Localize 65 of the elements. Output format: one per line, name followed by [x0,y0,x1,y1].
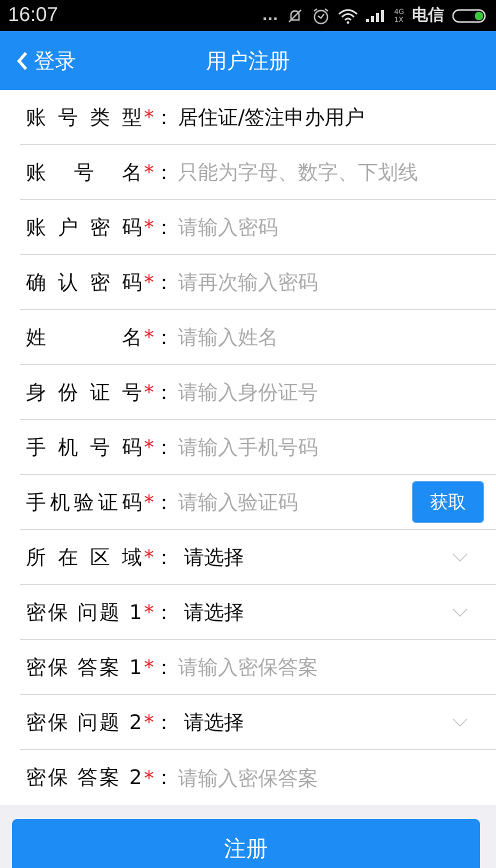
chevron-down-icon [452,608,468,616]
field-label: 密保 答案 2 [25,764,142,791]
field-colon: ： [154,268,175,296]
required-mark: * [144,380,154,404]
field-label: 手机验证码 [25,488,142,516]
chevron-left-icon [16,50,28,70]
muted-bell-icon [286,8,304,24]
field-colon: ： [154,324,175,350]
field-colon: ： [154,654,175,680]
required-mark: * [144,655,154,679]
required-mark: * [144,710,154,734]
chevron-down-icon [452,552,468,562]
more-notifications: ... [262,8,278,24]
field-label: 密保 问题 1 [25,598,142,626]
field-label: 身 份 证 号 [25,378,142,406]
field-colon: ： [154,764,175,791]
field-colon: ： [154,434,175,460]
page-title: 用户注册 [206,48,290,74]
select-field[interactable]: 请选择 [178,708,452,736]
field-label: 密保 答案 1 [25,654,142,680]
input-field[interactable]: 请输入手机号码 [178,435,468,459]
required-mark: * [144,435,154,459]
field-label: 账 号 类 型 [25,104,142,130]
input-field[interactable]: 请输入验证码 [178,490,412,514]
required-mark: * [144,160,154,184]
required-mark: * [144,105,154,129]
alarm-clock-icon [312,6,330,24]
field-value: 居住证/签注申办用户 [178,104,365,130]
required-mark: * [144,270,154,294]
field-label: 确 认 密 码 [25,268,142,296]
required-mark: * [144,325,154,349]
status-time: 16:07 [8,4,58,27]
input-field[interactable]: 请输入姓名 [178,325,468,349]
field-colon: ： [154,708,175,736]
field-label: 所 在 区 域 [25,544,142,570]
required-mark: * [144,545,154,569]
field-colon: ： [154,158,175,186]
input-field[interactable]: 请输入身份证号 [178,380,468,404]
carrier-name: 电信 [412,5,444,26]
field-label: 姓 名 [25,324,142,350]
field-colon: ： [154,214,175,240]
field-colon: ： [154,544,175,570]
input-field[interactable]: 请输入密码 [178,215,468,239]
field-colon: ： [154,598,175,626]
battery-icon [452,8,488,24]
wifi-icon [338,8,358,24]
select-field[interactable]: 请选择 [178,598,452,626]
field-colon: ： [154,104,175,130]
chevron-down-icon [452,718,468,726]
field-label: 密保 问题 2 [25,708,142,736]
select-field[interactable]: 请选择 [178,544,452,570]
signal-icon [366,8,386,22]
field-label: 账 户 密 码 [25,214,142,240]
input-field[interactable]: 请再次输入密码 [178,270,468,294]
required-mark: * [144,215,154,239]
field-label: 手 机 号 码 [25,434,142,460]
field-label: 账 号 名 [25,158,142,186]
required-mark: * [144,766,154,790]
field-colon: ： [154,488,175,516]
input-field[interactable]: 请输入密保答案 [178,766,468,790]
input-field[interactable]: 只能为字母、数字、下划线 [178,160,468,184]
required-mark: * [144,490,154,514]
input-field[interactable]: 请输入密保答案 [178,655,468,679]
field-colon: ： [154,378,175,406]
required-mark: * [144,600,154,624]
